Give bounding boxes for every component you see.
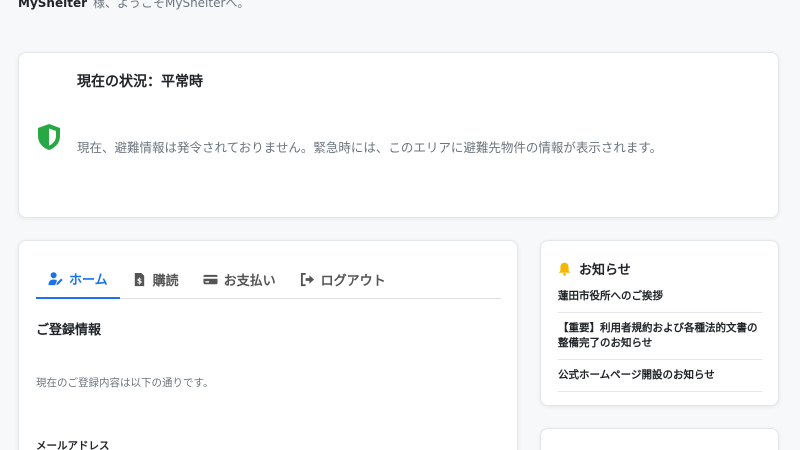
notice-title: お知らせ <box>579 263 631 278</box>
tab-logout-label: ログアウト <box>320 273 386 289</box>
tab-subscription-label: 購読 <box>152 273 179 289</box>
account-tabs: ホーム $ 購読 お支払い ログアウト <box>36 259 501 299</box>
notice-item[interactable]: 公式ホームページ開設のお知らせ <box>558 360 762 392</box>
account-panel: ホーム $ 購読 お支払い ログアウト ご登録情報 現在のご登録内容は以下の通り… <box>18 240 518 450</box>
email-label: メールアドレス <box>36 440 110 450</box>
welcome-message: MyShelter 様、ようこそMyShelterへ。 <box>18 0 249 11</box>
notice-header: お知らせ <box>558 259 631 278</box>
tab-subscription[interactable]: $ 購読 <box>120 259 191 299</box>
status-card: 現在の状況：平常時 現在、避難情報は発令されておりません。緊急時には、このエリア… <box>18 52 779 218</box>
tab-home-label: ホーム <box>69 272 108 288</box>
tab-payment-label: お支払い <box>223 273 276 289</box>
secondary-panel <box>540 428 779 450</box>
file-invoice-icon: $ <box>134 272 144 286</box>
sign-out-icon <box>300 272 314 286</box>
status-message: 現在、避難情報は発令されておりません。緊急時には、このエリアに避難先物件の情報が… <box>77 140 663 155</box>
user-edit-icon <box>48 271 63 285</box>
notice-item[interactable]: 蓮田市役所へのご挨拶 <box>558 281 762 313</box>
status-title: 現在の状況：平常時 <box>77 74 203 90</box>
notice-item[interactable]: 【重要】利用者規約および各種法的文書の整備完了のお知らせ <box>558 313 762 360</box>
credit-card-icon <box>203 274 218 284</box>
registration-description: 現在のご登録内容は以下の通りです。 <box>36 377 214 389</box>
registration-title: ご登録情報 <box>36 323 102 338</box>
bell-icon <box>558 262 571 276</box>
notice-panel: お知らせ 蓮田市役所へのご挨拶 【重要】利用者規約および各種法的文書の整備完了の… <box>540 240 779 406</box>
shield-check-icon <box>38 124 60 150</box>
welcome-text: 様、ようこそMyShelterへ。 <box>93 0 250 10</box>
svg-text:$: $ <box>137 276 142 285</box>
tab-logout[interactable]: ログアウト <box>288 259 398 299</box>
tab-payment[interactable]: お支払い <box>191 259 288 299</box>
notice-list: 蓮田市役所へのご挨拶 【重要】利用者規約および各種法的文書の整備完了のお知らせ … <box>558 281 762 392</box>
username: MyShelter <box>18 0 87 10</box>
tab-home[interactable]: ホーム <box>36 259 120 299</box>
